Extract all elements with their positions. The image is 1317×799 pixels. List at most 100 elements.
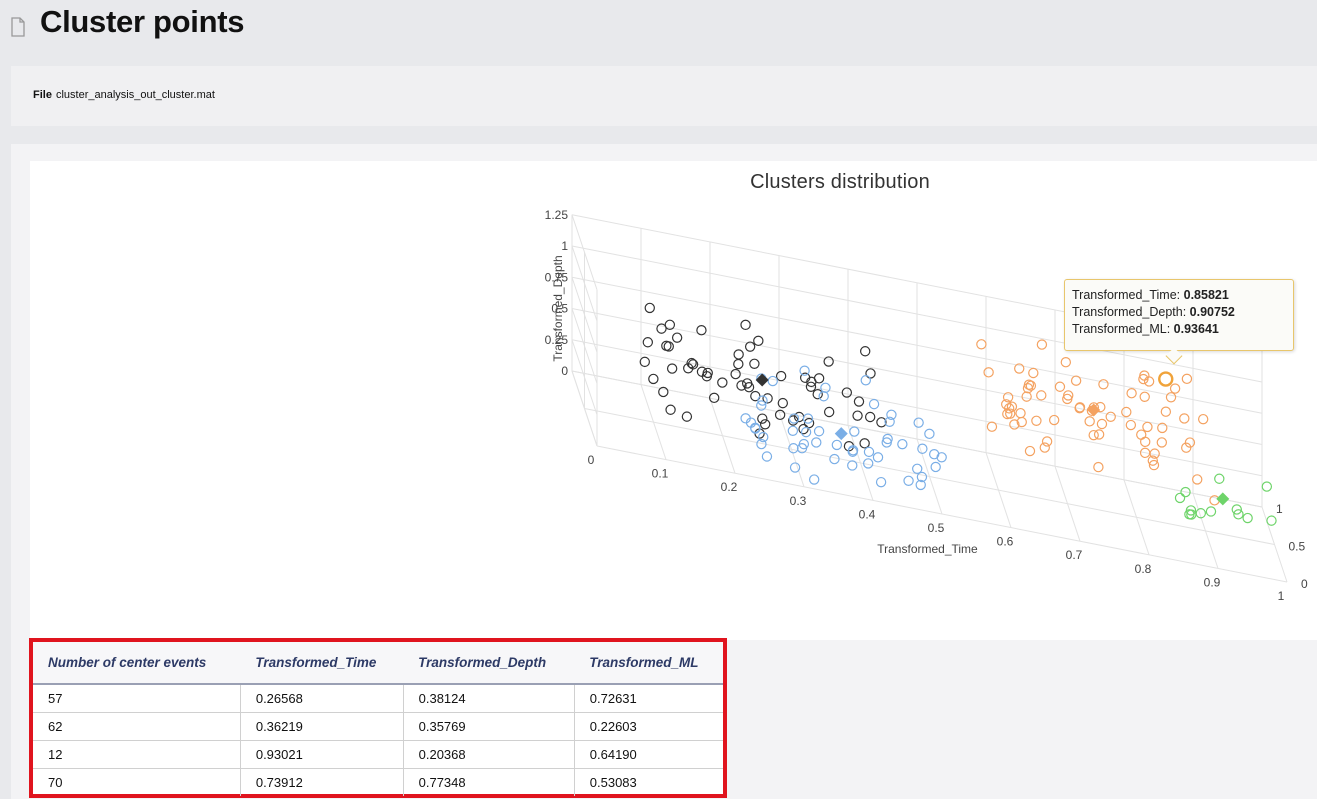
cell-events: 70 bbox=[33, 768, 241, 796]
cell-depth: 0.20368 bbox=[403, 740, 575, 769]
table-row: 12 0.93021 0.20368 0.64190 bbox=[33, 740, 723, 769]
data-point bbox=[789, 462, 801, 473]
data-point bbox=[812, 389, 823, 400]
table-row: 57 0.26568 0.38124 0.72631 bbox=[33, 684, 723, 713]
cell-time: 0.36219 bbox=[240, 712, 404, 741]
data-point bbox=[1015, 407, 1026, 419]
cell-depth: 0.77348 bbox=[403, 768, 575, 796]
data-point bbox=[1156, 437, 1168, 448]
cell-time: 0.93021 bbox=[240, 740, 404, 769]
data-point bbox=[808, 474, 820, 485]
data-point bbox=[818, 391, 829, 402]
data-point bbox=[853, 396, 865, 407]
tooltip-ml-label: Transformed_ML: bbox=[1072, 322, 1171, 336]
z-tick-label: 1 bbox=[1276, 502, 1283, 516]
data-point bbox=[976, 339, 987, 350]
data-point bbox=[1139, 391, 1150, 402]
z-tick-label: 0 bbox=[1301, 577, 1308, 591]
cell-ml: 0.53083 bbox=[589, 774, 637, 790]
data-point bbox=[1024, 445, 1036, 457]
cell-depth: 0.35769 bbox=[403, 712, 575, 741]
cell-ml: 0.64190 bbox=[574, 740, 723, 769]
tooltip-depth-value: 0.90752 bbox=[1189, 305, 1235, 319]
data-point bbox=[733, 349, 744, 360]
x-tick-label: 0.3 bbox=[790, 494, 807, 508]
data-point bbox=[730, 368, 741, 380]
y-tick-label: 1 bbox=[561, 239, 568, 253]
data-point bbox=[644, 302, 655, 314]
data-point bbox=[759, 419, 771, 430]
data-point bbox=[1242, 512, 1253, 524]
table-row: 62 0.36219 0.35769 0.22603 bbox=[33, 712, 723, 741]
data-point bbox=[1036, 390, 1047, 401]
data-point bbox=[1125, 419, 1137, 431]
cell-time: 0.26568 bbox=[240, 684, 404, 713]
x-tick-label: 0.1 bbox=[652, 467, 669, 481]
data-point bbox=[1021, 391, 1032, 402]
data-point bbox=[761, 451, 773, 462]
header-ml[interactable]: Transformed_ML bbox=[574, 642, 723, 685]
data-point bbox=[665, 404, 676, 415]
data-point bbox=[1098, 379, 1109, 390]
data-point bbox=[1174, 492, 1186, 504]
data-point bbox=[696, 324, 707, 336]
data-point bbox=[1197, 413, 1209, 425]
y-tick-label: 1.25 bbox=[545, 208, 569, 222]
y-tick-label: 0 bbox=[561, 364, 568, 378]
data-point bbox=[1070, 375, 1082, 386]
data-point bbox=[924, 428, 935, 440]
data-point bbox=[903, 475, 914, 487]
tooltip-time-label: Transformed_Time: bbox=[1072, 288, 1181, 302]
cell-events: 62 bbox=[33, 712, 241, 741]
data-point bbox=[799, 365, 810, 376]
x-tick-label: 0.2 bbox=[721, 480, 738, 494]
data-point bbox=[1142, 421, 1153, 433]
data-point bbox=[1093, 461, 1104, 473]
tooltip-time-value: 0.85821 bbox=[1183, 288, 1229, 302]
data-point bbox=[983, 367, 994, 378]
tooltip-depth-label: Transformed_Depth: bbox=[1072, 305, 1187, 319]
data-point bbox=[1266, 515, 1277, 526]
data-point bbox=[749, 358, 760, 369]
data-point bbox=[642, 337, 654, 348]
x-tick-label: 0.4 bbox=[859, 507, 876, 521]
data-point bbox=[1048, 414, 1060, 426]
data-point bbox=[1179, 413, 1190, 424]
x-tick-label: 0.6 bbox=[997, 535, 1014, 549]
data-point bbox=[1165, 392, 1177, 403]
data-point bbox=[775, 370, 787, 382]
data-point bbox=[829, 453, 840, 465]
data-point bbox=[864, 411, 876, 423]
cell-events: 12 bbox=[33, 740, 241, 769]
chart-tooltip: Transformed_Time: 0.85821 Transformed_De… bbox=[1064, 279, 1294, 351]
data-point bbox=[813, 426, 825, 437]
x-tick-label: 1 bbox=[1278, 589, 1285, 603]
cell-time: 0.73912 bbox=[240, 768, 404, 796]
data-point bbox=[868, 398, 880, 410]
header-depth[interactable]: Transformed_Depth bbox=[403, 642, 575, 685]
data-point bbox=[671, 332, 683, 343]
cell-events: 57 bbox=[33, 684, 241, 713]
data-point bbox=[1031, 415, 1042, 426]
data-point bbox=[708, 392, 720, 404]
header-center-events[interactable]: Number of center events bbox=[33, 642, 241, 685]
data-point bbox=[757, 413, 768, 424]
data-point bbox=[1105, 411, 1116, 422]
cell-ml: 0.22603 bbox=[574, 712, 723, 741]
data-point bbox=[1261, 481, 1273, 492]
data-point bbox=[1205, 506, 1217, 517]
data-point bbox=[823, 406, 835, 418]
data-point bbox=[800, 426, 812, 438]
x-tick-label: 0.5 bbox=[928, 521, 945, 535]
gridline bbox=[596, 445, 1288, 583]
tooltip-ml-value: 0.93641 bbox=[1173, 322, 1219, 336]
header-time[interactable]: Transformed_Time bbox=[240, 642, 404, 685]
data-point bbox=[1096, 418, 1108, 430]
tooltip-line-ml: Transformed_ML: 0.93641 bbox=[1072, 321, 1293, 338]
highlighted-point bbox=[1158, 371, 1174, 387]
data-point bbox=[811, 437, 822, 448]
data-point bbox=[841, 387, 853, 398]
data-point bbox=[913, 417, 924, 428]
data-point bbox=[717, 377, 728, 388]
data-point bbox=[753, 335, 764, 347]
